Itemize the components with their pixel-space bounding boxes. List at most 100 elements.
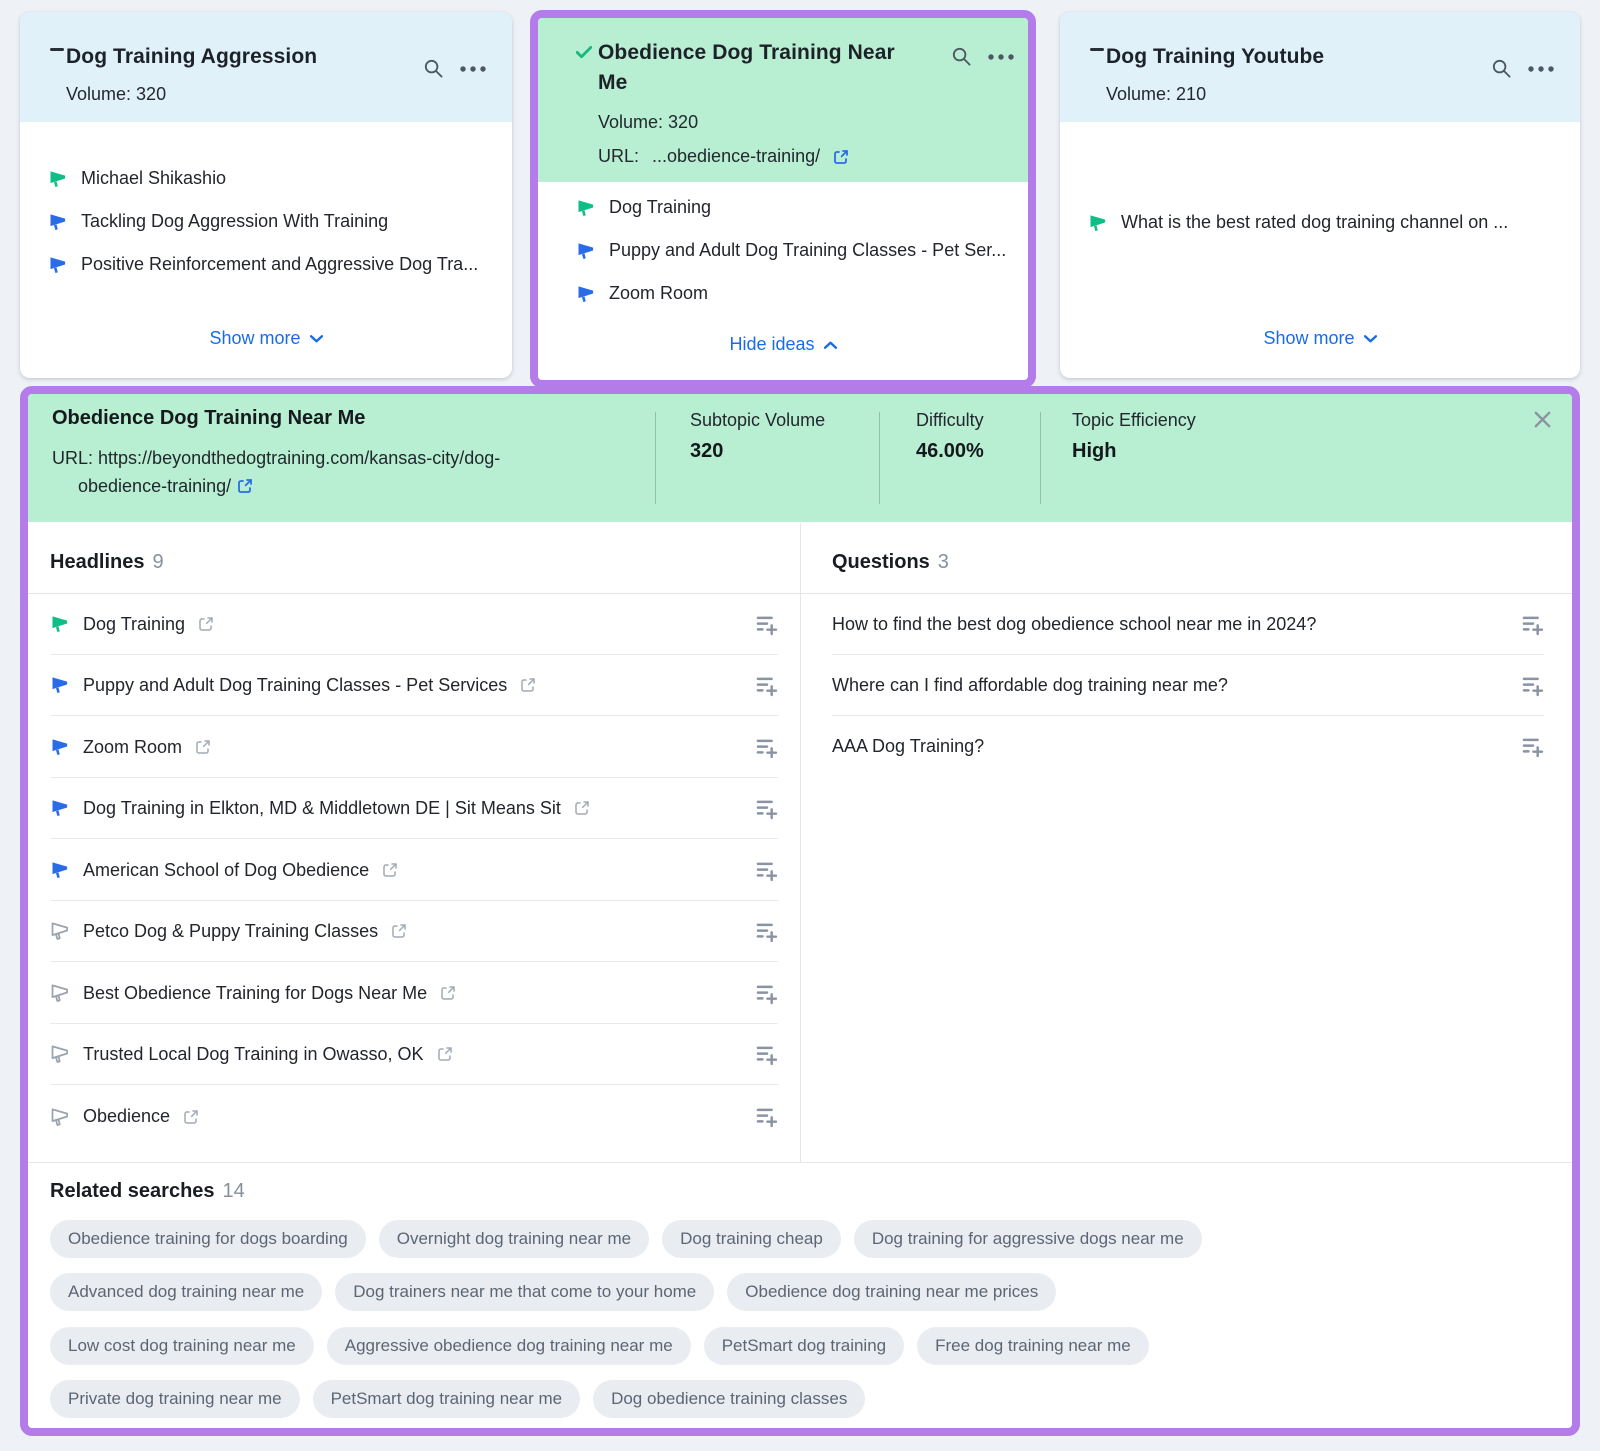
external-link-icon[interactable] bbox=[183, 1109, 199, 1125]
headline-text: Petco Dog & Puppy Training Classes bbox=[83, 921, 378, 942]
related-search-pill[interactable]: Free dog training near me bbox=[917, 1327, 1149, 1365]
related-search-pill[interactable]: Dog trainers near me that come to your h… bbox=[335, 1273, 714, 1311]
related-search-pill[interactable]: Low cost dog training near me bbox=[50, 1327, 314, 1365]
related-search-pill[interactable]: Overnight dog training near me bbox=[379, 1220, 649, 1258]
related-search-pill[interactable]: Advanced dog training near me bbox=[50, 1273, 322, 1311]
related-search-pill[interactable]: Aggressive obedience dog training near m… bbox=[327, 1327, 691, 1365]
related-pills-row: Obedience training for dogs boarding Ove… bbox=[50, 1220, 1202, 1258]
megaphone-icon bbox=[576, 241, 596, 261]
add-to-list-icon[interactable] bbox=[1521, 735, 1544, 758]
headline-text: Best Obedience Training for Dogs Near Me bbox=[83, 983, 427, 1004]
stat-divider bbox=[879, 412, 880, 504]
idea-text: Michael Shikashio bbox=[81, 168, 226, 189]
add-to-list-icon[interactable] bbox=[755, 797, 778, 820]
related-search-pill[interactable]: Private dog training near me bbox=[50, 1380, 300, 1418]
detail-title: Obedience Dog Training Near Me bbox=[52, 407, 365, 430]
chevron-down-icon bbox=[1364, 335, 1377, 343]
idea-row: Tackling Dog Aggression With Training bbox=[48, 211, 388, 232]
external-link-icon[interactable] bbox=[198, 616, 214, 632]
collapse-dash-icon[interactable] bbox=[50, 48, 64, 51]
add-to-list-icon[interactable] bbox=[755, 1105, 778, 1128]
topic-research-page: Dog Training Aggression Volume:320 Micha… bbox=[0, 0, 1600, 1451]
questions-section-title: Questions3 bbox=[832, 551, 949, 574]
external-link-icon[interactable] bbox=[382, 862, 398, 878]
questions-count: 3 bbox=[938, 551, 949, 573]
related-pills-row: Private dog training near me PetSmart do… bbox=[50, 1380, 865, 1418]
stat-divider bbox=[655, 412, 656, 504]
show-more-link[interactable]: Show more bbox=[20, 328, 512, 349]
card-header-actions bbox=[951, 46, 1014, 67]
card-url: URL: ...obedience-training/ bbox=[598, 146, 849, 167]
add-to-list-icon[interactable] bbox=[755, 613, 778, 636]
more-options-icon[interactable] bbox=[1528, 66, 1554, 72]
external-link-icon[interactable] bbox=[520, 677, 536, 693]
more-options-icon[interactable] bbox=[988, 54, 1014, 60]
idea-row: What is the best rated dog training chan… bbox=[1088, 212, 1508, 233]
external-link-icon[interactable] bbox=[391, 923, 407, 939]
add-to-list-icon[interactable] bbox=[755, 674, 778, 697]
megaphone-icon bbox=[576, 284, 596, 304]
related-search-pill[interactable]: Dog training for aggressive dogs near me bbox=[854, 1220, 1202, 1258]
stat-value: High bbox=[1072, 440, 1116, 463]
question-text: Where can I find affordable dog training… bbox=[832, 675, 1228, 696]
related-search-pill[interactable]: PetSmart dog training near me bbox=[313, 1380, 581, 1418]
headline-row: Obedience bbox=[50, 1086, 778, 1147]
external-link-icon[interactable] bbox=[195, 739, 211, 755]
question-row: How to find the best dog obedience schoo… bbox=[832, 594, 1544, 655]
chevron-up-icon bbox=[824, 341, 837, 349]
search-icon[interactable] bbox=[951, 46, 972, 67]
add-to-list-icon[interactable] bbox=[755, 859, 778, 882]
related-search-pill[interactable]: Dog obedience training classes bbox=[593, 1380, 865, 1418]
megaphone-icon bbox=[50, 798, 70, 818]
more-options-icon[interactable] bbox=[460, 66, 486, 72]
related-pills-row: Advanced dog training near me Dog traine… bbox=[50, 1273, 1056, 1311]
related-search-pill[interactable]: PetSmart dog training bbox=[704, 1327, 904, 1365]
headline-text: Zoom Room bbox=[83, 737, 182, 758]
external-link-icon[interactable] bbox=[574, 800, 590, 816]
detail-url: URL: https://beyondthedogtraining.com/ka… bbox=[52, 444, 578, 500]
detail-header: Obedience Dog Training Near Me URL: http… bbox=[28, 394, 1572, 522]
volume-value: 320 bbox=[136, 84, 166, 104]
related-search-pill[interactable]: Obedience training for dogs boarding bbox=[50, 1220, 366, 1258]
question-row: AAA Dog Training? bbox=[832, 716, 1544, 777]
add-to-list-icon[interactable] bbox=[755, 982, 778, 1005]
external-link-icon[interactable] bbox=[833, 149, 849, 165]
volume-value: 210 bbox=[1176, 84, 1206, 104]
url-label: URL: bbox=[598, 146, 639, 167]
card-title: Dog Training Youtube bbox=[1106, 42, 1324, 72]
external-link-icon[interactable] bbox=[237, 478, 253, 494]
headline-row: American School of Dog Obedience bbox=[50, 840, 778, 901]
headline-text: Dog Training in Elkton, MD & Middletown … bbox=[83, 798, 561, 819]
show-more-link[interactable]: Show more bbox=[1060, 328, 1580, 349]
megaphone-icon bbox=[50, 675, 70, 695]
check-icon bbox=[576, 46, 592, 59]
url-value: ...obedience-training/ bbox=[652, 146, 820, 167]
related-search-pill[interactable]: Dog training cheap bbox=[662, 1220, 841, 1258]
stat-value: 46.00% bbox=[916, 440, 984, 463]
search-icon[interactable] bbox=[423, 58, 444, 79]
add-to-list-icon[interactable] bbox=[1521, 613, 1544, 636]
search-icon[interactable] bbox=[1491, 58, 1512, 79]
related-section-divider bbox=[28, 1162, 1572, 1163]
headline-row: Petco Dog & Puppy Training Classes bbox=[50, 901, 778, 962]
close-icon[interactable] bbox=[1534, 411, 1551, 433]
subtopic-card-dog-training-youtube: Dog Training Youtube Volume:210 What is … bbox=[1060, 12, 1580, 378]
add-to-list-icon[interactable] bbox=[755, 1043, 778, 1066]
megaphone-icon bbox=[48, 169, 68, 189]
idea-row: Positive Reinforcement and Aggressive Do… bbox=[48, 254, 478, 275]
related-count: 14 bbox=[223, 1180, 245, 1202]
idea-text: Puppy and Adult Dog Training Classes - P… bbox=[609, 240, 1006, 261]
idea-row: Dog Training bbox=[576, 197, 711, 218]
headline-text: Puppy and Adult Dog Training Classes - P… bbox=[83, 675, 507, 696]
external-link-icon[interactable] bbox=[437, 1046, 453, 1062]
headline-row: Dog Training bbox=[50, 594, 778, 655]
hide-ideas-link[interactable]: Hide ideas bbox=[538, 334, 1028, 355]
headlines-count: 9 bbox=[152, 551, 163, 573]
stat-label: Topic Efficiency bbox=[1072, 410, 1196, 431]
add-to-list-icon[interactable] bbox=[755, 736, 778, 759]
related-search-pill[interactable]: Obedience dog training near me prices bbox=[727, 1273, 1056, 1311]
external-link-icon[interactable] bbox=[440, 985, 456, 1001]
add-to-list-icon[interactable] bbox=[1521, 674, 1544, 697]
add-to-list-icon[interactable] bbox=[755, 920, 778, 943]
collapse-dash-icon[interactable] bbox=[1090, 48, 1104, 51]
